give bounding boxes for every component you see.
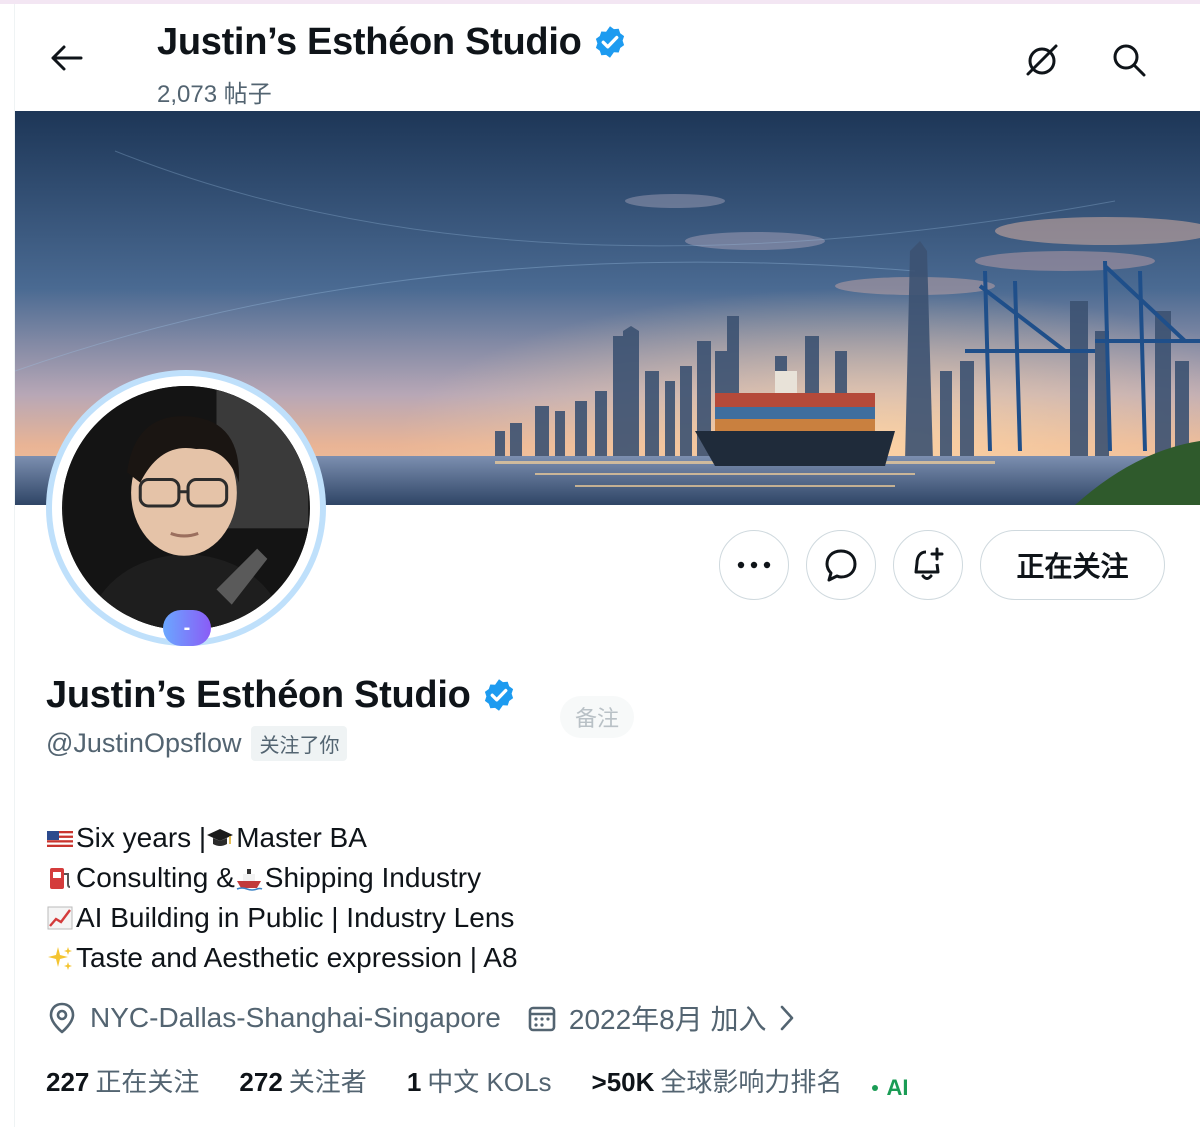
notify-button[interactable] bbox=[893, 530, 963, 600]
ai-tag[interactable]: AI bbox=[872, 1075, 908, 1101]
handle-row: @JustinOpsflow 关注了你 bbox=[46, 726, 348, 761]
location-text: NYC-Dallas-Shanghai-Singapore bbox=[90, 1002, 501, 1033]
location-pin-icon bbox=[49, 1002, 75, 1034]
chevron-right-icon bbox=[780, 1005, 793, 1031]
calendar-icon bbox=[528, 1006, 556, 1032]
search-button[interactable] bbox=[1107, 38, 1151, 82]
grok-button[interactable] bbox=[1020, 38, 1064, 82]
profile-header: Justin’s Esthéon Studio 2,073 帖子 bbox=[15, 4, 1200, 111]
profile-meta: NYC-Dallas-Shanghai-Singapore 2022年8月 加入 bbox=[46, 998, 821, 1038]
grok-icon bbox=[1026, 44, 1058, 76]
display-name-row: Justin’s Esthéon Studio bbox=[46, 672, 517, 718]
verified-badge-icon[interactable] bbox=[481, 677, 517, 713]
followers-label: 关注者 bbox=[288, 1067, 367, 1097]
profile-stats: 227 正在关注 272 关注者 1 中文 KOLs >50K 全球影响力排名 AI bbox=[46, 1062, 908, 1101]
join-date-text: 2022年8月 加入 bbox=[568, 1004, 767, 1035]
verified-badge-icon bbox=[595, 26, 624, 58]
follows-you-badge: 关注了你 bbox=[251, 726, 348, 761]
rank-value: >50K bbox=[591, 1067, 655, 1097]
avatar-ring[interactable] bbox=[46, 370, 326, 646]
bio-text: Consulting & bbox=[76, 862, 235, 893]
location: NYC-Dallas-Shanghai-Singapore bbox=[46, 1001, 501, 1035]
handle: @JustinOpsflow bbox=[46, 728, 242, 758]
followers-count: 272 bbox=[239, 1067, 283, 1097]
kol-count: 1 bbox=[406, 1067, 422, 1097]
kol-stat[interactable]: 1 中文 KOLs bbox=[407, 1062, 552, 1099]
bio-text: Six years | bbox=[76, 822, 207, 853]
avatar-frame bbox=[52, 376, 320, 640]
note-button[interactable]: 备注 bbox=[560, 696, 634, 738]
bio-line: Six years | Master BA bbox=[46, 818, 518, 858]
graduation-cap-icon bbox=[207, 829, 234, 846]
join-date[interactable]: 2022年8月 加入 bbox=[527, 998, 795, 1038]
ai-label: AI bbox=[886, 1075, 909, 1100]
us-flag-icon bbox=[47, 831, 73, 847]
bell-plus-icon bbox=[914, 547, 944, 580]
bio-text: AI Building in Public | Industry Lens bbox=[76, 902, 515, 933]
ai-dot-icon bbox=[872, 1085, 879, 1091]
more-button[interactable] bbox=[719, 530, 789, 600]
following-button[interactable]: 正在关注 bbox=[980, 530, 1165, 600]
more-icon bbox=[737, 561, 771, 569]
sparkles-icon bbox=[48, 947, 72, 970]
bio-line: Consulting & Shipping Industry bbox=[46, 858, 518, 898]
display-name: Justin’s Esthéon Studio bbox=[46, 674, 471, 716]
bio-text: Shipping Industry bbox=[264, 862, 482, 893]
back-button[interactable] bbox=[45, 36, 89, 80]
chat-bubble-icon bbox=[825, 549, 857, 582]
avatar-photo bbox=[64, 386, 308, 630]
header-title-group: Justin’s Esthéon Studio bbox=[157, 20, 628, 64]
following-count: 227 bbox=[46, 1067, 90, 1097]
bio-text: Taste and Aesthetic expression | A8 bbox=[76, 942, 518, 973]
bio-line: Taste and Aesthetic expression | A8 bbox=[46, 938, 518, 978]
chart-increasing-icon bbox=[47, 906, 73, 930]
fuel-pump-icon bbox=[50, 868, 71, 889]
message-button[interactable] bbox=[806, 530, 876, 600]
following-stat[interactable]: 227 正在关注 bbox=[46, 1062, 199, 1099]
rank-label: 全球影响力排名 bbox=[660, 1067, 843, 1097]
kol-label: 中文 KOLs bbox=[427, 1067, 552, 1097]
followers-stat[interactable]: 272 关注者 bbox=[239, 1062, 366, 1099]
bio: Six years | Master BA Consulting & Shipp… bbox=[46, 818, 518, 978]
bio-line: AI Building in Public | Industry Lens bbox=[46, 898, 518, 938]
avatar-badge[interactable]: - bbox=[163, 610, 211, 646]
search-icon bbox=[1113, 44, 1146, 77]
rank-stat[interactable]: >50K 全球影响力排名 bbox=[592, 1062, 843, 1099]
bio-text: Master BA bbox=[236, 822, 367, 853]
ship-icon bbox=[236, 869, 263, 891]
following-label: 正在关注 bbox=[95, 1067, 200, 1097]
header-title: Justin’s Esthéon Studio bbox=[157, 21, 582, 63]
avatar bbox=[62, 386, 310, 630]
arrow-left-icon bbox=[51, 45, 83, 71]
post-count: 2,073 帖子 bbox=[157, 81, 272, 108]
